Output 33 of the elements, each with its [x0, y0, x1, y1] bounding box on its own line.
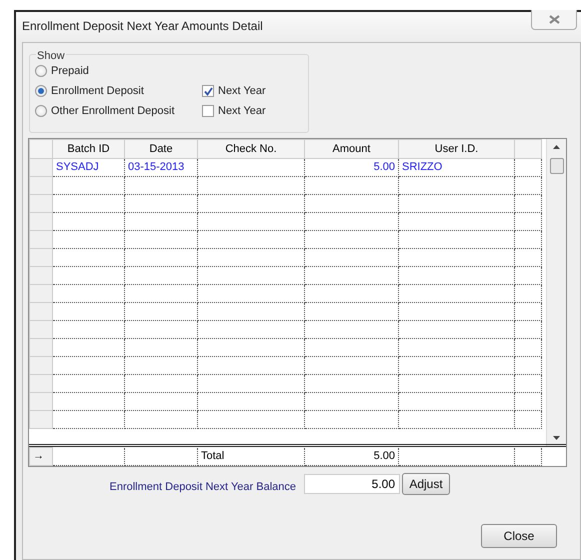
radio-option[interactable]: Other Enrollment Deposit — [35, 103, 174, 120]
checkbox-option[interactable]: Next Year — [202, 103, 266, 120]
checkbox-option[interactable]: Next Year — [202, 83, 266, 100]
balance-field[interactable]: 5.00 — [304, 474, 400, 494]
table-cell: SRIZZO — [398, 158, 514, 176]
radio-button[interactable] — [35, 65, 47, 78]
radio-option[interactable]: Prepaid — [35, 63, 89, 80]
column-header[interactable]: Check No. — [198, 140, 304, 158]
total-amount: 5.00 — [304, 448, 398, 466]
column-header[interactable]: Date — [124, 140, 198, 158]
close-button[interactable] — [531, 10, 577, 30]
scroll-thumb[interactable] — [550, 158, 564, 174]
window-title: Enrollment Deposit Next Year Amounts Detail — [21, 18, 264, 35]
table-cell: 5.00 — [304, 158, 398, 176]
radio-option[interactable]: Enrollment Deposit — [35, 83, 144, 100]
radio-button[interactable] — [35, 105, 47, 118]
table-cell: SYSADJ — [52, 158, 124, 176]
checkbox[interactable] — [202, 85, 214, 98]
table-cell: 03-15-2013 — [124, 158, 198, 176]
column-header[interactable]: Batch ID — [52, 140, 124, 158]
scrollbar[interactable] — [546, 139, 566, 446]
close-button[interactable]: Close — [481, 524, 557, 548]
row-marker: → — [30, 448, 52, 466]
column-header[interactable]: Amount — [304, 140, 398, 158]
adjust-button[interactable]: Adjust — [402, 473, 450, 495]
balance-label: Enrollment Deposit Next Year Balance — [110, 480, 296, 495]
scroll-down-icon[interactable] — [553, 436, 560, 440]
column-header[interactable]: User I.D. — [398, 140, 514, 158]
radio-button[interactable] — [35, 85, 47, 98]
checkbox[interactable] — [202, 105, 214, 118]
close-icon — [548, 15, 560, 24]
total-label: Total — [198, 448, 304, 466]
scroll-up-icon[interactable] — [553, 145, 560, 149]
